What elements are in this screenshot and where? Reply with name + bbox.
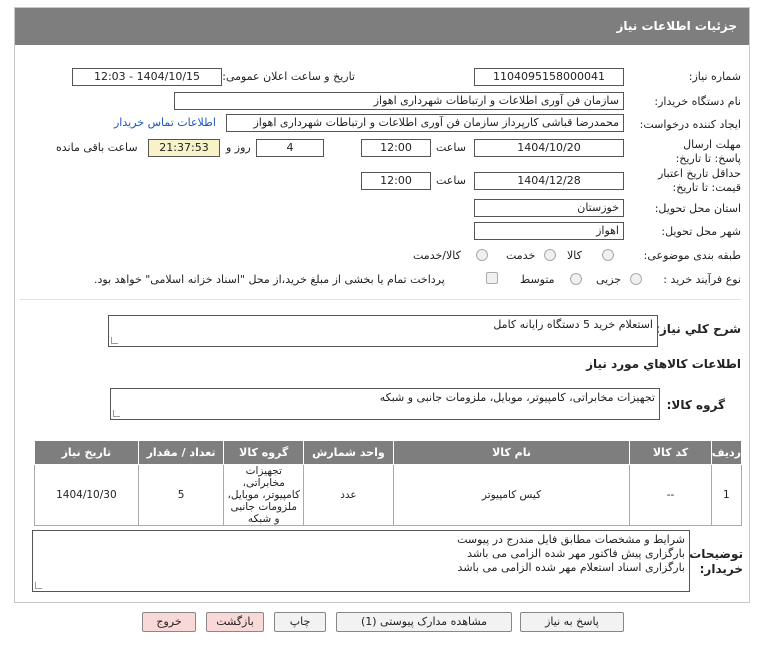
buyer-notes-line: بارگزاری اسناد استعلام مهر شده الزامی می… bbox=[457, 561, 685, 574]
need-number-field: 1104095158000041 bbox=[474, 68, 624, 86]
price-validity-time: 12:00 bbox=[361, 172, 431, 190]
summary-text: استعلام خرید 5 دستگاه رایانه کامل bbox=[493, 318, 653, 331]
category-goods-radio[interactable] bbox=[602, 249, 614, 261]
back-button[interactable]: بازگشت bbox=[206, 612, 264, 632]
col-qty: تعداد / مقدار bbox=[137, 440, 225, 465]
print-button[interactable]: چاپ bbox=[274, 612, 326, 632]
need-number-label: شماره نیاز: bbox=[688, 70, 741, 83]
cell-unit: عدد bbox=[303, 464, 394, 526]
remaining-time-field: 21:37:53 bbox=[148, 139, 220, 157]
goods-section-title: اطلاعات کالاهاي مورد نياز bbox=[586, 357, 741, 371]
province-field: خوزستان bbox=[474, 199, 624, 217]
creator-field: محمدرضا قباشی کارپرداز سازمان فن آوری اط… bbox=[226, 114, 624, 132]
attachments-button[interactable]: مشاهده مدارک پیوستی (1) bbox=[336, 612, 512, 632]
cell-group: تجهیزات مخابراتی، کامپیوتر، موبایل، ملزو… bbox=[223, 464, 305, 526]
reply-deadline-time: 12:00 bbox=[361, 139, 431, 157]
resize-grip-icon[interactable] bbox=[111, 337, 118, 344]
remaining-time-label: ساعت باقی مانده bbox=[56, 141, 138, 154]
purchase-type-label: نوع فرآیند خرید : bbox=[663, 273, 741, 286]
col-group: گروه کالا bbox=[223, 440, 305, 465]
province-label: استان محل تحویل: bbox=[654, 202, 741, 215]
price-time-label: ساعت bbox=[436, 174, 466, 187]
col-code: کد کالا bbox=[629, 440, 712, 465]
goods-group-textarea[interactable]: تجهیزات مخابراتی، کامپیوتر، موبایل، ملزو… bbox=[110, 388, 660, 420]
treasury-payment-note: پرداخت تمام یا بخشی از مبلغ خرید،از محل … bbox=[94, 273, 445, 286]
creator-label: ایجاد کننده درخواست: bbox=[639, 118, 741, 131]
summary-label: شرح کلي نياز: bbox=[655, 322, 741, 336]
col-unit: واحد شمارش bbox=[303, 440, 394, 465]
category-service-label: خدمت bbox=[506, 249, 536, 262]
treasury-payment-checkbox[interactable] bbox=[486, 272, 498, 284]
announce-date-field: 1404/10/15 - 12:03 bbox=[72, 68, 222, 86]
table-row[interactable]: 1 -- کیس کامپیوتر عدد تجهیزات مخابراتی، … bbox=[34, 464, 743, 526]
category-goods-service-radio[interactable] bbox=[476, 249, 488, 261]
buyer-notes-line: بارگزاری پیش فاکتور مهر شده الزامی می با… bbox=[467, 547, 685, 560]
category-label: طبقه بندی موضوعی: bbox=[643, 249, 741, 262]
category-service-radio[interactable] bbox=[544, 249, 556, 261]
reply-button[interactable]: پاسخ به نیاز bbox=[520, 612, 624, 632]
reply-deadline-label: مهلت ارسال پاسخ: تا تاریخ: bbox=[675, 138, 741, 165]
goods-group-label: گروه کالا: bbox=[666, 398, 725, 412]
reply-time-label: ساعت bbox=[436, 141, 466, 154]
category-goods-label: کالا bbox=[567, 249, 582, 262]
divider bbox=[20, 299, 741, 300]
category-goods-service-label: کالا/خدمت bbox=[413, 249, 461, 262]
purchase-medium-radio[interactable] bbox=[570, 273, 582, 285]
cell-date: 1404/10/30 bbox=[34, 464, 139, 526]
summary-textarea[interactable]: استعلام خرید 5 دستگاه رایانه کامل bbox=[108, 315, 658, 347]
purchase-minor-radio[interactable] bbox=[630, 273, 642, 285]
price-validity-date: 1404/12/28 bbox=[474, 172, 624, 190]
resize-grip-icon[interactable] bbox=[113, 410, 120, 417]
col-name: نام کالا bbox=[392, 440, 631, 465]
reply-days-field: 4 bbox=[256, 139, 324, 157]
buyer-notes-line: شرایط و مشخصات مطابق فایل مندرج در پیوست bbox=[457, 533, 685, 546]
cell-row: 1 bbox=[710, 464, 743, 526]
city-field: اهواز bbox=[474, 222, 624, 240]
city-label: شهر محل تحویل: bbox=[661, 225, 741, 238]
reply-days-label: روز و bbox=[226, 141, 251, 154]
page-title: جزئیات اطلاعات نیاز bbox=[15, 8, 749, 45]
purchase-minor-label: جزیی bbox=[596, 273, 622, 286]
purchase-medium-label: متوسط bbox=[520, 273, 555, 286]
buyer-notes-textarea[interactable]: شرایط و مشخصات مطابق فایل مندرج در پیوست… bbox=[32, 530, 690, 592]
items-table: ردیف کد کالا نام کالا واحد شمارش گروه کا… bbox=[34, 440, 743, 526]
buyer-org-label: نام دستگاه خریدار: bbox=[654, 95, 741, 108]
cell-code: -- bbox=[629, 464, 712, 526]
resize-grip-icon[interactable] bbox=[35, 582, 42, 589]
buyer-org-field: سازمان فن آوری اطلاعات و ارتباطات شهردار… bbox=[174, 92, 624, 110]
table-header-row: ردیف کد کالا نام کالا واحد شمارش گروه کا… bbox=[34, 440, 743, 465]
exit-button[interactable]: خروج bbox=[142, 612, 196, 632]
goods-group-text: تجهیزات مخابراتی، کامپیوتر، موبایل، ملزو… bbox=[379, 391, 655, 404]
cell-qty: 5 bbox=[137, 464, 225, 526]
col-row: ردیف bbox=[710, 440, 743, 465]
cell-name: کیس کامپیوتر bbox=[392, 464, 631, 526]
announce-date-label: تاریخ و ساعت اعلان عمومی: bbox=[222, 70, 355, 83]
price-validity-label: حداقل تاریخ اعتبار قیمت: تا تاریخ: bbox=[657, 167, 741, 194]
reply-deadline-date: 1404/10/20 bbox=[474, 139, 624, 157]
buyer-contact-link[interactable]: اطلاعات تماس خریدار bbox=[114, 116, 216, 129]
col-date: تاریخ نیاز bbox=[34, 440, 139, 465]
buyer-notes-label: توضیحات خریدار: bbox=[689, 547, 743, 576]
